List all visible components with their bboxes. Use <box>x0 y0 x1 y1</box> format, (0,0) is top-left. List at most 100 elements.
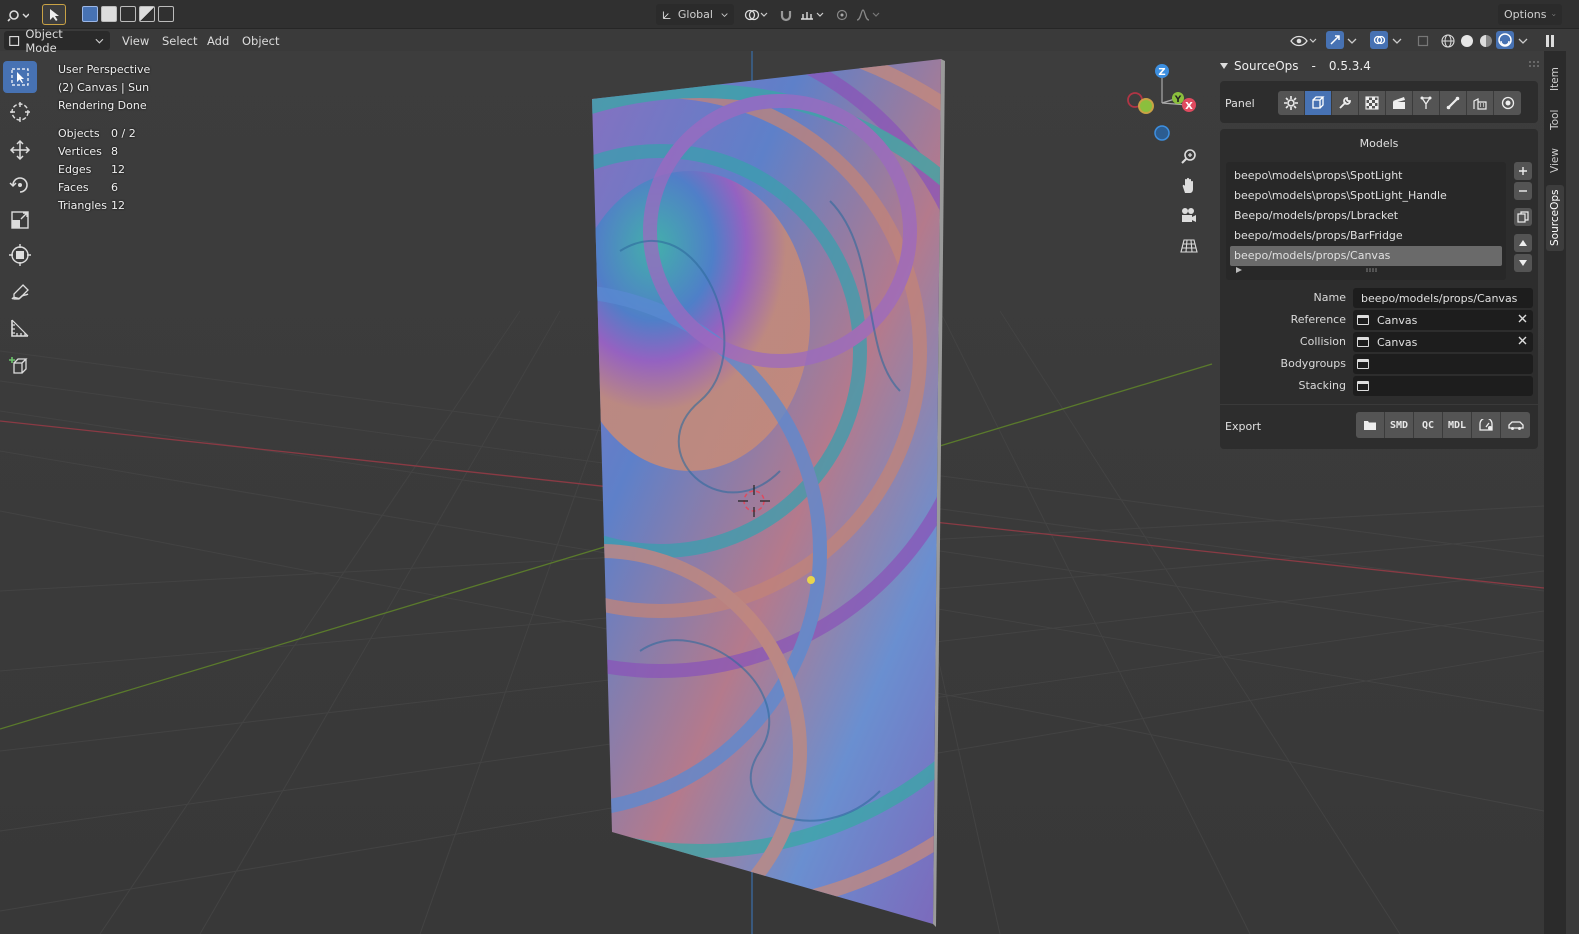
tab-item[interactable]: Item <box>1546 61 1564 97</box>
drag-handle-icon[interactable] <box>1528 60 1540 68</box>
navigation-gizmo[interactable]: Z Y X <box>1118 58 1208 148</box>
overlays-dropdown[interactable] <box>1392 31 1404 50</box>
export-qc-button[interactable]: QC <box>1414 412 1443 438</box>
camera-view-button[interactable] <box>1176 203 1202 229</box>
move-down-button[interactable] <box>1514 254 1532 272</box>
tool-select-box[interactable] <box>3 61 37 93</box>
solid-sphere-icon <box>1461 34 1473 47</box>
list-item[interactable]: beepo/models/props/BarFridge <box>1226 226 1506 246</box>
bodygroups-label: Bodygroups <box>1280 357 1346 370</box>
proportional-falloff-dropdown[interactable] <box>855 4 883 25</box>
clear-reference-button[interactable] <box>1518 312 1527 326</box>
addon-title: SourceOps <box>1234 59 1299 73</box>
add-cube-icon <box>9 357 28 374</box>
chevron-down-icon <box>721 12 728 17</box>
magnifier-plus-icon <box>1181 149 1196 164</box>
tool-add-cube[interactable] <box>3 350 37 382</box>
transform-orientation-dropdown[interactable]: Global <box>656 4 734 25</box>
list-item[interactable]: beepo\models\props\SpotLight_Handle <box>1226 186 1506 206</box>
modifiers-tab[interactable] <box>1332 91 1359 115</box>
events-tab[interactable] <box>1413 91 1440 115</box>
filter-expand-icon[interactable] <box>1236 267 1242 273</box>
open-hlmv-button[interactable] <box>1501 412 1530 438</box>
tool-measure[interactable] <box>3 312 37 344</box>
tab-view[interactable]: View <box>1546 143 1564 179</box>
collection-icon <box>1357 359 1369 369</box>
copy-model-button[interactable] <box>1514 208 1532 226</box>
options-dropdown[interactable]: Options <box>1498 4 1562 25</box>
list-resize-handle-icon[interactable] <box>1366 268 1378 272</box>
gear-icon <box>1284 96 1298 110</box>
name-field[interactable]: beepo/models/props/Canvas <box>1353 288 1533 308</box>
axis-y-label: Y <box>1174 95 1182 105</box>
menu-select[interactable]: Select <box>162 31 197 50</box>
tool-move[interactable] <box>3 134 37 166</box>
proportional-edit-toggle[interactable] <box>834 4 850 25</box>
list-item-selected[interactable]: beepo/models/props/Canvas <box>1230 246 1502 266</box>
select-tool-button[interactable] <box>42 4 66 25</box>
tool-transform[interactable] <box>3 239 37 271</box>
export-smd-button[interactable]: SMD <box>1385 412 1414 438</box>
shading-rendered[interactable] <box>1496 31 1514 49</box>
select-mode-new[interactable] <box>82 6 98 22</box>
snap-target-dropdown[interactable] <box>797 4 827 25</box>
tab-sourceops[interactable]: SourceOps <box>1546 185 1564 251</box>
remove-model-button[interactable] <box>1514 182 1532 200</box>
shading-solid[interactable] <box>1459 31 1475 50</box>
snap-toggle[interactable] <box>776 4 796 25</box>
addon-header[interactable]: SourceOps - 0.5.3.4 <box>1220 57 1371 75</box>
sequences-tab[interactable] <box>1386 91 1413 115</box>
menu-object[interactable]: Object <box>242 31 279 50</box>
stacking-field[interactable] <box>1353 376 1533 396</box>
ortho-perspective-button[interactable] <box>1176 233 1202 259</box>
name-label: Name <box>1313 291 1346 304</box>
list-item[interactable]: Beepo/models/props/Lbracket <box>1226 206 1506 226</box>
tab-tool[interactable]: Tool <box>1546 103 1564 137</box>
select-mode-extend[interactable] <box>101 6 117 22</box>
reference-value: Canvas <box>1377 313 1418 327</box>
models-tab[interactable] <box>1305 91 1332 115</box>
maps-tab[interactable] <box>1467 91 1494 115</box>
shading-wireframe[interactable] <box>1440 31 1456 50</box>
tool-cursor[interactable] <box>3 96 37 128</box>
visibility-dropdown[interactable] <box>1290 31 1320 50</box>
list-item[interactable]: beepo\models\props\SpotLight <box>1226 166 1506 186</box>
export-folder-button[interactable] <box>1356 412 1385 438</box>
misc-tab[interactable] <box>1494 91 1521 115</box>
materials-tab[interactable] <box>1359 91 1386 115</box>
menu-add[interactable]: Add <box>207 31 229 50</box>
shading-dropdown[interactable] <box>1518 31 1530 50</box>
add-model-button[interactable] <box>1514 162 1532 180</box>
models-list[interactable]: beepo\models\props\SpotLight beepo\model… <box>1226 162 1506 280</box>
pause-render-button[interactable] <box>1542 31 1558 50</box>
tool-annotate[interactable] <box>3 277 37 309</box>
close-icon <box>1518 336 1527 345</box>
xray-toggle[interactable] <box>1414 31 1432 50</box>
overlays-toggle[interactable] <box>1370 31 1388 49</box>
gizmo-toggle[interactable] <box>1326 31 1344 49</box>
tool-scale[interactable] <box>3 204 37 236</box>
compile-button[interactable] <box>1472 412 1501 438</box>
select-mode-intersect[interactable] <box>158 6 174 22</box>
pivot-point-dropdown[interactable] <box>741 4 771 25</box>
list-side-controls <box>1514 162 1532 274</box>
attachments-tab[interactable] <box>1440 91 1467 115</box>
pan-button[interactable] <box>1176 173 1202 199</box>
tool-rotate[interactable] <box>3 169 37 201</box>
editor-type-button[interactable] <box>4 4 32 25</box>
clear-collision-button[interactable] <box>1518 334 1527 348</box>
gizmo-dropdown[interactable] <box>1347 31 1359 50</box>
collision-field[interactable]: Canvas <box>1353 332 1533 352</box>
scale-icon <box>11 211 29 229</box>
select-mode-subtract[interactable] <box>120 6 136 22</box>
select-mode-invert[interactable] <box>139 6 155 22</box>
reference-field[interactable]: Canvas <box>1353 310 1533 330</box>
move-up-button[interactable] <box>1514 234 1532 252</box>
export-mdl-button[interactable]: MDL <box>1443 412 1472 438</box>
settings-tab[interactable] <box>1278 91 1305 115</box>
zoom-button[interactable] <box>1176 144 1202 170</box>
menu-view[interactable]: View <box>122 31 149 50</box>
bodygroups-field[interactable] <box>1353 354 1533 374</box>
shading-material[interactable] <box>1478 31 1494 50</box>
object-mode-dropdown[interactable]: Object Mode <box>4 27 110 55</box>
